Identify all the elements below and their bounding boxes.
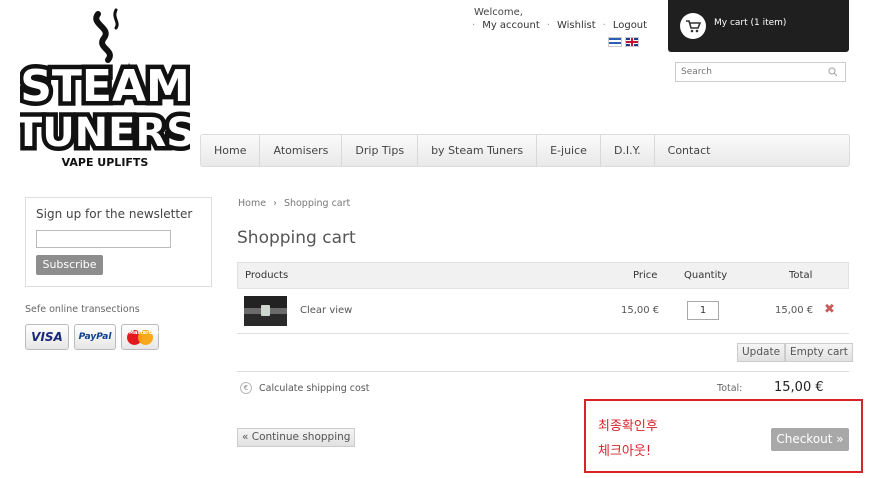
calculate-shipping-link[interactable]: Calculate shipping cost <box>259 383 369 394</box>
welcome-text: Welcome, <box>474 7 523 18</box>
logo-line-2: TUNERS <box>20 110 190 156</box>
nav-diy[interactable]: D.I.Y. <box>601 135 655 166</box>
subscribe-button[interactable]: Subscribe <box>36 255 103 275</box>
my-account-link[interactable]: My account <box>482 20 540 31</box>
total-value: 15,00 € <box>774 380 824 395</box>
breadcrumb-home[interactable]: Home <box>238 198 266 209</box>
nav-drip-tips[interactable]: Drip Tips <box>342 135 419 166</box>
steam-tuners-logo-graphic: STEAM TUNERS VAPE UPLIFTS <box>20 8 190 169</box>
breadcrumb-current: Shopping cart <box>283 198 351 209</box>
empty-cart-button[interactable]: Empty cart <box>785 343 853 362</box>
quantity-input[interactable]: 1 <box>687 301 719 320</box>
main-nav: Home Atomisers Drip Tips by Steam Tuners… <box>200 134 850 167</box>
page-title: Shopping cart <box>237 228 356 248</box>
shipping-toggle-icon[interactable]: € <box>240 382 252 394</box>
col-price: Price <box>633 270 658 281</box>
nav-home[interactable]: Home <box>201 135 261 166</box>
col-products: Products <box>245 270 289 281</box>
product-name[interactable]: Clear view <box>300 305 352 316</box>
cart-label: My cart (1 item) <box>714 18 787 28</box>
english-flag-icon[interactable] <box>625 37 639 47</box>
product-thumbnail[interactable] <box>244 296 287 326</box>
mini-cart[interactable]: My cart (1 item) <box>668 0 849 52</box>
account-links: · My account · Wishlist · Logout <box>472 20 648 31</box>
annotation-text-line-1: 최종확인후 <box>598 419 658 434</box>
remove-item-icon[interactable]: ✖ <box>824 302 835 317</box>
newsletter-title: Sign up for the newsletter <box>36 207 193 221</box>
product-total: 15,00 € <box>775 305 814 316</box>
cart-icon <box>680 13 706 39</box>
divider <box>237 371 849 372</box>
total-label: Total: <box>717 383 743 394</box>
search-input[interactable] <box>676 63 816 81</box>
logo-line-1: STEAM <box>20 61 190 112</box>
newsletter-email-input[interactable] <box>36 230 171 248</box>
nav-atomisers[interactable]: Atomisers <box>260 135 343 166</box>
logo-tagline: VAPE UPLIFTS <box>62 156 149 169</box>
table-row: Clear view 15,00 € 1 15,00 € ✖ <box>237 290 849 334</box>
safe-transactions-label: Sefe online transections <box>25 304 140 315</box>
nav-by-steam-tuners[interactable]: by Steam Tuners <box>418 135 538 166</box>
annotation-text-line-2: 체크아웃! <box>598 444 652 459</box>
continue-shopping-button[interactable]: « Continue shopping <box>237 428 356 447</box>
breadcrumb-separator: › <box>273 198 277 209</box>
checkout-button[interactable]: Checkout » <box>771 428 849 451</box>
paypal-icon: PayPal <box>74 324 116 350</box>
language-selector <box>608 37 639 47</box>
mastercard-icon: MasterCard <box>121 324 162 350</box>
logout-link[interactable]: Logout <box>613 20 647 31</box>
payment-methods: VISA PayPal MasterCard <box>25 324 162 350</box>
search-box <box>675 62 846 82</box>
search-icon[interactable] <box>828 67 838 80</box>
col-quantity: Quantity <box>684 270 728 281</box>
visa-icon: VISA <box>25 324 69 350</box>
breadcrumb: Home › Shopping cart <box>238 198 350 209</box>
nav-contact[interactable]: Contact <box>655 135 724 166</box>
update-cart-button[interactable]: Update <box>737 343 786 362</box>
cart-table-header: Products Price Quantity Total <box>237 262 849 289</box>
product-price: 15,00 € <box>621 305 660 316</box>
newsletter-box: Sign up for the newsletter Subscribe <box>25 197 212 287</box>
site-logo[interactable]: STEAM TUNERS VAPE UPLIFTS <box>20 6 190 176</box>
greek-flag-icon[interactable] <box>608 37 622 47</box>
col-total: Total <box>789 270 813 281</box>
nav-e-juice[interactable]: E-juice <box>537 135 601 166</box>
wishlist-link[interactable]: Wishlist <box>557 20 596 31</box>
